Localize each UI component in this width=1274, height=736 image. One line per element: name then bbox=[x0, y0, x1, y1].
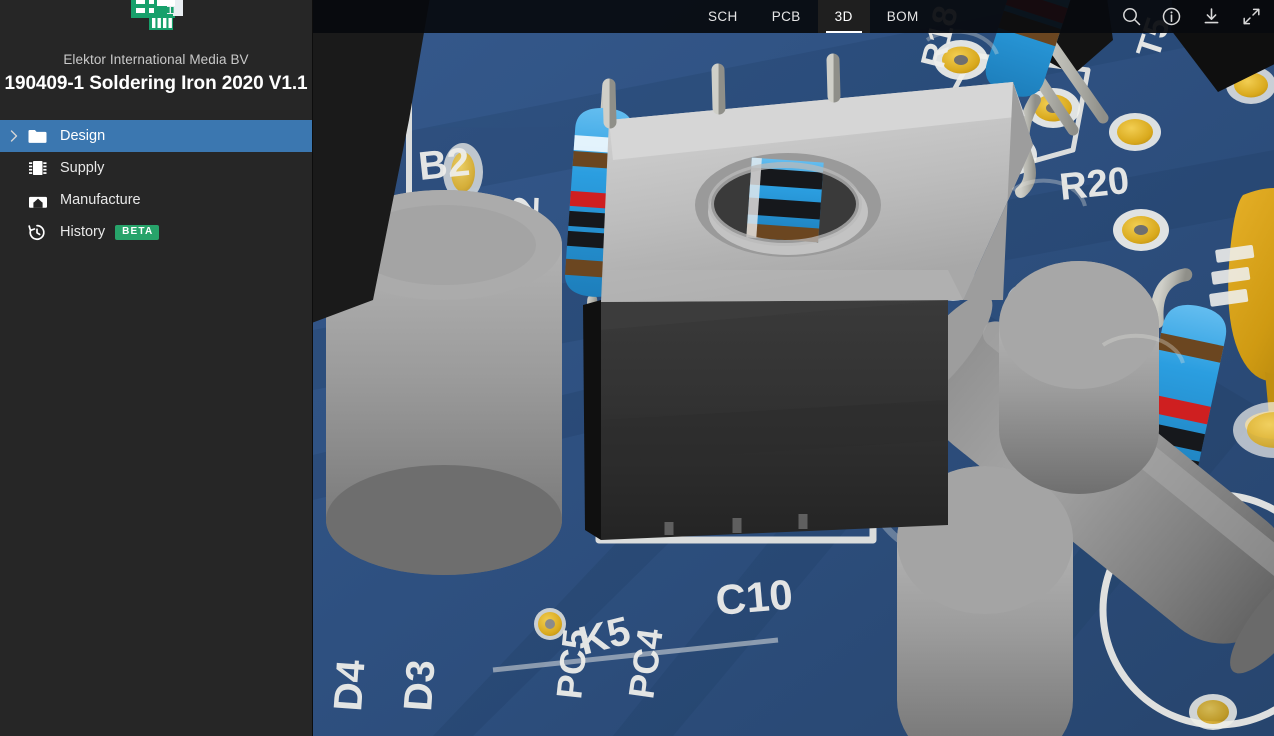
svg-text:PC5: PC5 bbox=[548, 627, 596, 701]
sidebar-item-label: Supply bbox=[60, 159, 105, 176]
sidebar-item-label: Design bbox=[60, 127, 106, 144]
inbox-tray-icon bbox=[28, 193, 60, 208]
chevron-right-icon[interactable] bbox=[0, 130, 28, 142]
download-icon[interactable] bbox=[1198, 4, 1224, 30]
view-tabs: SCH PCB 3D BOM bbox=[691, 0, 936, 33]
sidebar-item-design[interactable]: Design bbox=[0, 120, 312, 152]
sidebar-item-label: Manufacture bbox=[60, 191, 141, 208]
status-badge: BETA bbox=[115, 224, 160, 240]
sidebar-nav: Design Supply Manufacture History BETA bbox=[0, 120, 312, 248]
viewer-toolbar: SCH PCB 3D BOM bbox=[313, 0, 1274, 33]
sidebar-item-history[interactable]: History BETA bbox=[0, 216, 312, 248]
pcb-3d-viewport[interactable]: B2 D2 R18 R19 R20 C5 C2 C10 K5 PC5 PC4 D… bbox=[313, 0, 1274, 736]
sidebar-item-supply[interactable]: Supply bbox=[0, 152, 312, 184]
fullscreen-icon[interactable] bbox=[1238, 4, 1264, 30]
tab-3d[interactable]: 3D bbox=[817, 0, 870, 33]
pcb-viewer-app: Elektor International Media BV 190409-1 … bbox=[0, 0, 1274, 736]
page-title: 190409-1 Soldering Iron 2020 V1.1 bbox=[4, 73, 308, 94]
clock-history-icon bbox=[28, 224, 60, 241]
component-capacitor-right bbox=[999, 261, 1159, 494]
tab-pcb[interactable]: PCB bbox=[755, 0, 818, 33]
tab-sch[interactable]: SCH bbox=[691, 0, 755, 33]
svg-text:B2: B2 bbox=[416, 140, 471, 189]
svg-text:D3: D3 bbox=[396, 659, 443, 713]
sidebar: Elektor International Media BV 190409-1 … bbox=[0, 0, 313, 736]
search-icon[interactable] bbox=[1118, 4, 1144, 30]
org-name: Elektor International Media BV bbox=[63, 52, 249, 67]
info-icon[interactable] bbox=[1158, 4, 1184, 30]
app-logo[interactable] bbox=[0, 0, 312, 40]
folder-icon bbox=[28, 129, 60, 144]
sidebar-item-label: History bbox=[60, 223, 106, 240]
pcb-3d-scene[interactable]: B2 D2 R18 R19 R20 C5 C2 C10 K5 PC5 PC4 D… bbox=[313, 0, 1274, 736]
pcb-board-logo-icon bbox=[131, 0, 183, 30]
toolbar-actions bbox=[1118, 0, 1264, 33]
sidebar-item-manufacture[interactable]: Manufacture bbox=[0, 184, 312, 216]
svg-text:D4: D4 bbox=[326, 658, 374, 713]
svg-text:C10: C10 bbox=[714, 570, 795, 624]
tab-bom[interactable]: BOM bbox=[870, 0, 936, 33]
ic-chip-icon bbox=[28, 160, 60, 176]
